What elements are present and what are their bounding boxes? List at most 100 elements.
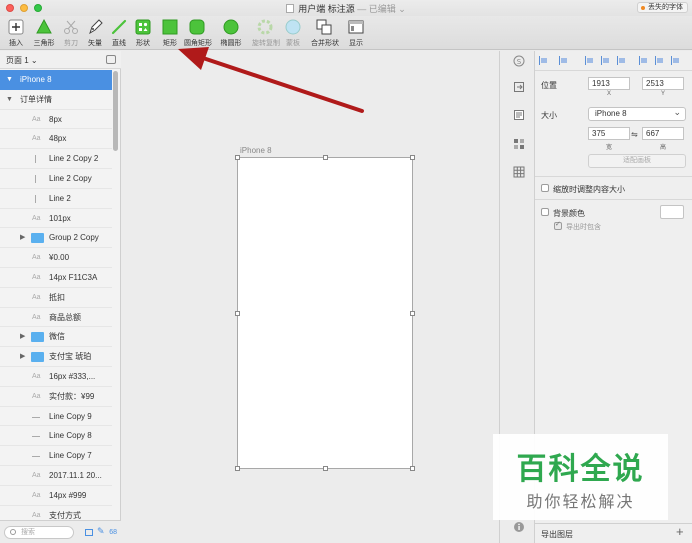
layer-row[interactable]: ▼ 订单详情 [0,90,112,110]
page-selector[interactable]: 页面 1 ⌄ [0,51,121,69]
export-tab-icon[interactable] [513,81,525,93]
text-layer-icon: Aa [32,491,41,499]
layer-row[interactable]: Line 2 Copy 2 [0,149,112,169]
background-color-checkbox[interactable] [541,208,549,216]
export-layer-row[interactable]: 导出图层 + [535,523,692,543]
toolbar-view-button[interactable]: 显示 [343,18,369,48]
resize-handle-bottom-right[interactable] [410,466,415,471]
layer-row[interactable]: Line 2 [0,189,112,209]
layer-panel: 页面 1 ⌄ ▼ iPhone 8 ▼ 订单详情 Aa 8px Aa 48px Line 2 C… [0,51,121,543]
x-label: X [606,91,611,97]
layer-row[interactable]: Aa 101px [0,209,112,229]
toolbar-triangle-button[interactable]: 三角形 [31,18,57,48]
style-tab-icon[interactable]: S [513,55,525,67]
resize-handle-top[interactable] [323,155,328,160]
layer-row[interactable]: Aa 2017.11.1 20... [0,466,112,486]
align-bottom-icon[interactable] [671,56,680,65]
resize-handle-left[interactable] [235,311,240,316]
layer-row[interactable]: ▼ iPhone 8 [0,70,112,90]
background-color-label: 背景颜色 [553,209,585,218]
layer-name: Line 2 Copy [49,173,92,183]
layer-row[interactable]: Line Copy 8 [0,426,112,447]
export-preset-icon[interactable] [85,529,93,536]
inspector-tab-icon[interactable] [513,109,525,121]
layer-name: 48px [49,134,67,144]
layer-row[interactable]: Line 2 Copy [0,169,112,189]
layer-row[interactable]: Aa 抵扣 [0,288,112,308]
align-top-icon[interactable] [639,56,648,65]
symbols-tab-icon[interactable] [513,138,525,150]
layer-row[interactable]: ▶ 微信 [0,327,112,348]
toolbar-plus-button[interactable]: 插入 [3,18,29,48]
layer-row[interactable]: ▶ Group 2 Copy [0,228,112,249]
align-left-icon[interactable] [585,56,594,65]
disclosure-open-icon[interactable]: ▼ [6,90,13,110]
disclosure-open-icon[interactable]: ▼ [6,70,13,90]
distribute-horizontal-icon[interactable] [539,56,548,65]
resize-handle-top-right[interactable] [410,155,415,160]
artboard-title[interactable]: iPhone 8 [240,146,272,155]
disclosure-closed-icon[interactable]: ▶ [20,327,25,347]
align-right-icon[interactable] [617,56,626,65]
toolbar-mask-button[interactable]: 蒙板 [280,18,306,48]
fit-artboard-button[interactable]: 适配画板 [588,154,686,168]
layer-row[interactable]: Line Copy 7 [0,446,112,466]
x-position-field[interactable]: 1913 [588,77,630,90]
disclosure-closed-icon[interactable]: ▶ [20,228,25,248]
resize-handle-bottom-left[interactable] [235,466,240,471]
layer-row[interactable]: ▶ 支付宝 琥珀 [0,347,112,367]
layer-row[interactable]: Aa 8px [0,110,112,130]
canvas[interactable]: iPhone 8 [122,51,499,543]
toolbar-rotate-copy-button[interactable]: 旋转复制 [252,18,280,48]
artboard-iphone-8[interactable] [235,155,415,471]
layer-row[interactable]: Aa 支付方式 [0,506,112,520]
layer-scrollbar[interactable] [113,71,118,151]
resize-handle-bottom[interactable] [323,466,328,471]
toolbar-ellipse-button[interactable]: 椭圆形 [218,18,244,48]
missing-fonts-badge[interactable]: 丢失的字体 [637,2,688,13]
text-layer-icon: Aa [32,372,41,380]
layer-search-input[interactable]: 搜索 [4,526,74,539]
distribute-vertical-icon[interactable] [559,56,568,65]
lock-ratio-icon[interactable]: ⇋ [631,130,638,139]
toolbar-rounded-rectangle-button[interactable]: 圆角矩形 [184,18,212,48]
layer-row[interactable]: Aa 14px #999 [0,486,112,506]
export-layer-label: 导出图层 [541,530,573,539]
toolbar-scissors-button[interactable]: 剪刀 [58,18,84,48]
toolbar-vector-pen-button[interactable]: 矢量 [82,18,108,48]
add-export-icon[interactable]: + [676,524,684,539]
toolbar-shapes-button[interactable]: 形状 [130,18,156,48]
size-preset-select[interactable]: iPhone 8 [588,106,686,121]
background-color-swatch[interactable] [660,205,684,219]
height-field[interactable]: 667 [642,127,684,140]
toolbar-combine-shapes-button[interactable]: 合并形状 [311,18,339,48]
layer-row[interactable]: Aa 14px F11C3A [0,268,112,288]
chevron-down-icon[interactable]: ⌄ [398,4,406,14]
layer-row[interactable]: Aa 48px [0,129,112,150]
grid-tab-icon[interactable] [513,166,525,178]
layer-row[interactable]: Aa 16px #333,... [0,367,112,387]
edit-pen-icon[interactable]: ✎ [97,526,105,537]
layer-name: iPhone 8 [20,75,52,84]
height-label: 高 [659,145,666,151]
layer-name: 支付宝 琥珀 [49,352,92,362]
layer-row[interactable]: Aa 实付款：¥99 [0,387,112,407]
text-layer-icon: Aa [32,254,41,262]
resize-content-checkbox[interactable] [541,184,549,192]
resize-handle-right[interactable] [410,311,415,316]
width-field[interactable]: 375 [588,127,630,140]
info-icon[interactable] [513,521,525,533]
disclosure-closed-icon[interactable]: ▶ [20,347,25,367]
resize-handle-top-left[interactable] [235,155,240,160]
layer-row[interactable]: Line Copy 9 [0,407,112,427]
y-position-field[interactable]: 2513 [642,77,684,90]
align-middle-icon[interactable] [655,56,664,65]
toolbar-rectangle-button[interactable]: 矩形 [157,18,183,48]
collapse-pages-icon[interactable] [106,55,116,64]
layer-row[interactable]: Aa ¥0.00 [0,248,112,268]
align-center-horizontal-icon[interactable] [601,56,610,65]
chevron-down-icon: ⌄ [30,56,38,65]
layer-row[interactable]: Aa 商品总额 [0,308,112,328]
include-on-export-checkbox[interactable] [554,220,562,230]
toolbar-line-button[interactable]: 直线 [106,18,132,48]
